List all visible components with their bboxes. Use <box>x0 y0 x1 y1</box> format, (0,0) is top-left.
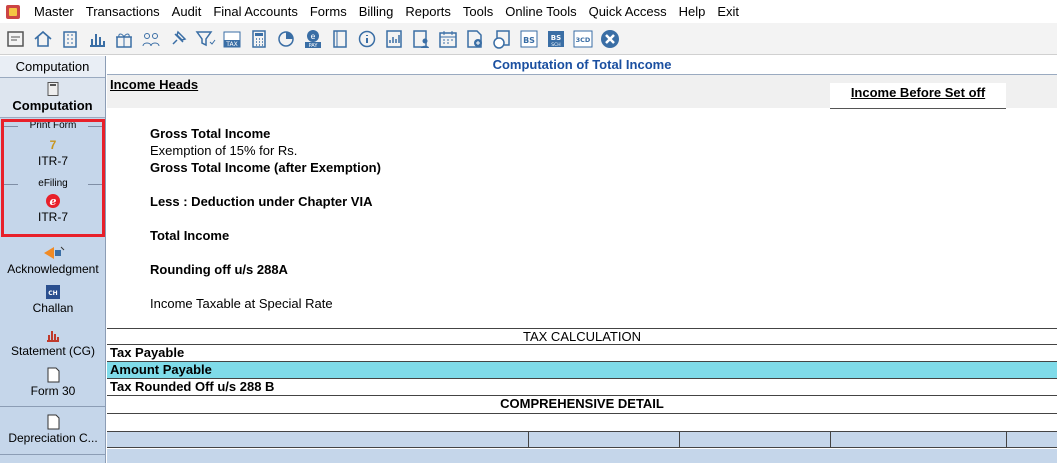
svg-text:CH: CH <box>48 290 57 297</box>
filter-icon[interactable] <box>192 26 218 52</box>
exemption-line: Exemption of 15% for Rs. <box>150 143 298 158</box>
tax-payable-row[interactable]: Tax Payable <box>107 345 1057 362</box>
sidebar-header[interactable]: Computation <box>0 56 105 78</box>
tax-calculation-section: TAX CALCULATION Tax Payable Amount Payab… <box>107 328 1057 414</box>
menu-billing[interactable]: Billing <box>353 0 400 23</box>
menu-tools[interactable]: Tools <box>457 0 499 23</box>
calculator-icon[interactable] <box>246 26 272 52</box>
add-doc-icon[interactable] <box>462 26 488 52</box>
pie-chart-icon[interactable] <box>273 26 299 52</box>
svg-text:TAX: TAX <box>225 41 237 48</box>
income-special-rate: Income Taxable at Special Rate <box>150 296 333 311</box>
comprehensive-detail-heading: COMPREHENSIVE DETAIL <box>107 396 1057 414</box>
sidebar-item-label: Computation <box>12 98 93 113</box>
pin-icon[interactable] <box>165 26 191 52</box>
bar-chart-icon <box>47 331 59 342</box>
sidebar-item-challan[interactable]: CH Challan <box>0 283 106 315</box>
sidebar-item-acknowledgment[interactable]: Acknowledgment <box>0 244 106 276</box>
menu-final-accounts[interactable]: Final Accounts <box>207 0 304 23</box>
svg-text:e: e <box>311 32 316 41</box>
bs-icon[interactable]: BS <box>516 26 542 52</box>
home-icon[interactable] <box>30 26 56 52</box>
epay-icon[interactable]: e PAY <box>300 26 326 52</box>
grid-column-divider <box>830 432 831 448</box>
sidebar-item-form30[interactable]: Form 30 <box>0 366 106 398</box>
challan-icon: CH <box>46 285 60 299</box>
tax-rounded-row[interactable]: Tax Rounded Off u/s 288 B <box>107 379 1057 396</box>
highlight-outline <box>1 119 105 237</box>
menu-bar: Master Transactions Audit Final Accounts… <box>0 0 1057 23</box>
menu-reports[interactable]: Reports <box>399 0 457 23</box>
calculator-icon <box>47 82 58 96</box>
menu-quick-access[interactable]: Quick Access <box>583 0 673 23</box>
menu-audit[interactable]: Audit <box>166 0 208 23</box>
sidebar-item-label: Challan <box>32 301 74 315</box>
3cd-icon[interactable]: 3CD <box>570 26 596 52</box>
page-title: Computation of Total Income <box>107 56 1057 75</box>
tax-calculation-heading: TAX CALCULATION <box>107 328 1057 345</box>
detail-grid-header <box>107 431 1057 448</box>
menu-forms[interactable]: Forms <box>304 0 353 23</box>
income-heads-bar: Income Heads Income Before Set off <box>107 75 1057 109</box>
income-heads-label: Income Heads <box>110 77 199 92</box>
bs-sch-icon[interactable]: BS SCH <box>543 26 569 52</box>
menu-online-tools[interactable]: Online Tools <box>499 0 582 23</box>
sidebar-divider <box>0 454 106 455</box>
menu-master[interactable]: Master <box>28 0 80 23</box>
menu-transactions[interactable]: Transactions <box>80 0 166 23</box>
gift-icon[interactable] <box>111 26 137 52</box>
svg-text:BS: BS <box>551 34 561 42</box>
person-report-icon[interactable] <box>408 26 434 52</box>
svg-text:SCH: SCH <box>551 42 560 48</box>
sidebar-item-label: Form 30 <box>30 384 76 398</box>
grid-column-divider <box>528 432 529 448</box>
close-circle-icon[interactable] <box>597 26 623 52</box>
tax-icon[interactable]: TAX <box>219 26 245 52</box>
calendar-icon[interactable] <box>435 26 461 52</box>
sidebar-item-label: Depreciation C... <box>8 431 98 445</box>
refresh-doc-icon[interactable] <box>489 26 515 52</box>
svg-text:PAY: PAY <box>309 43 319 49</box>
svg-text:3CD: 3CD <box>576 36 591 44</box>
app-icon <box>6 4 20 19</box>
sidebar-divider <box>0 406 106 407</box>
total-income: Total Income <box>150 228 230 243</box>
document-icon <box>47 367 60 383</box>
book-icon[interactable] <box>327 26 353 52</box>
computation-panel: Computation of Total Income Income Heads… <box>107 56 1057 463</box>
gross-total-income: Gross Total Income <box>150 126 271 141</box>
menu-help[interactable]: Help <box>673 0 712 23</box>
detail-grid-body <box>107 449 1057 463</box>
acknowledgment-icon <box>44 246 65 259</box>
bar-chart-icon[interactable] <box>84 26 110 52</box>
grid-column-divider <box>679 432 680 448</box>
sidebar-item-statement-cg[interactable]: Statement (CG) <box>0 326 106 358</box>
document-icon <box>47 414 60 430</box>
menu-exit[interactable]: Exit <box>711 0 745 23</box>
toolbar: TAX e PAY BS BS SCH 3CD <box>0 23 1057 55</box>
less-deduction: Less : Deduction under Chapter VIA <box>150 194 373 209</box>
report-icon[interactable] <box>381 26 407 52</box>
amount-payable-row[interactable]: Amount Payable <box>107 362 1057 379</box>
sidebar-item-label: Acknowledgment <box>7 262 99 276</box>
building-icon[interactable] <box>57 26 83 52</box>
sidebar: Computation Computation Print Form 7 ITR… <box>0 56 106 463</box>
grid-column-divider <box>1006 432 1007 448</box>
sidebar-item-computation[interactable]: Computation <box>0 78 105 118</box>
sidebar-item-label: Statement (CG) <box>10 344 96 358</box>
rounding-off: Rounding off u/s 288A <box>150 262 288 277</box>
income-before-setoff-header[interactable]: Income Before Set off <box>830 83 1006 109</box>
users-icon[interactable] <box>138 26 164 52</box>
gross-total-after-exemption: Gross Total Income (after Exemption) <box>150 160 381 175</box>
open-icon[interactable] <box>3 26 29 52</box>
info-icon[interactable] <box>354 26 380 52</box>
sidebar-item-depreciation[interactable]: Depreciation C... <box>0 413 106 445</box>
svg-text:BS: BS <box>523 36 535 45</box>
